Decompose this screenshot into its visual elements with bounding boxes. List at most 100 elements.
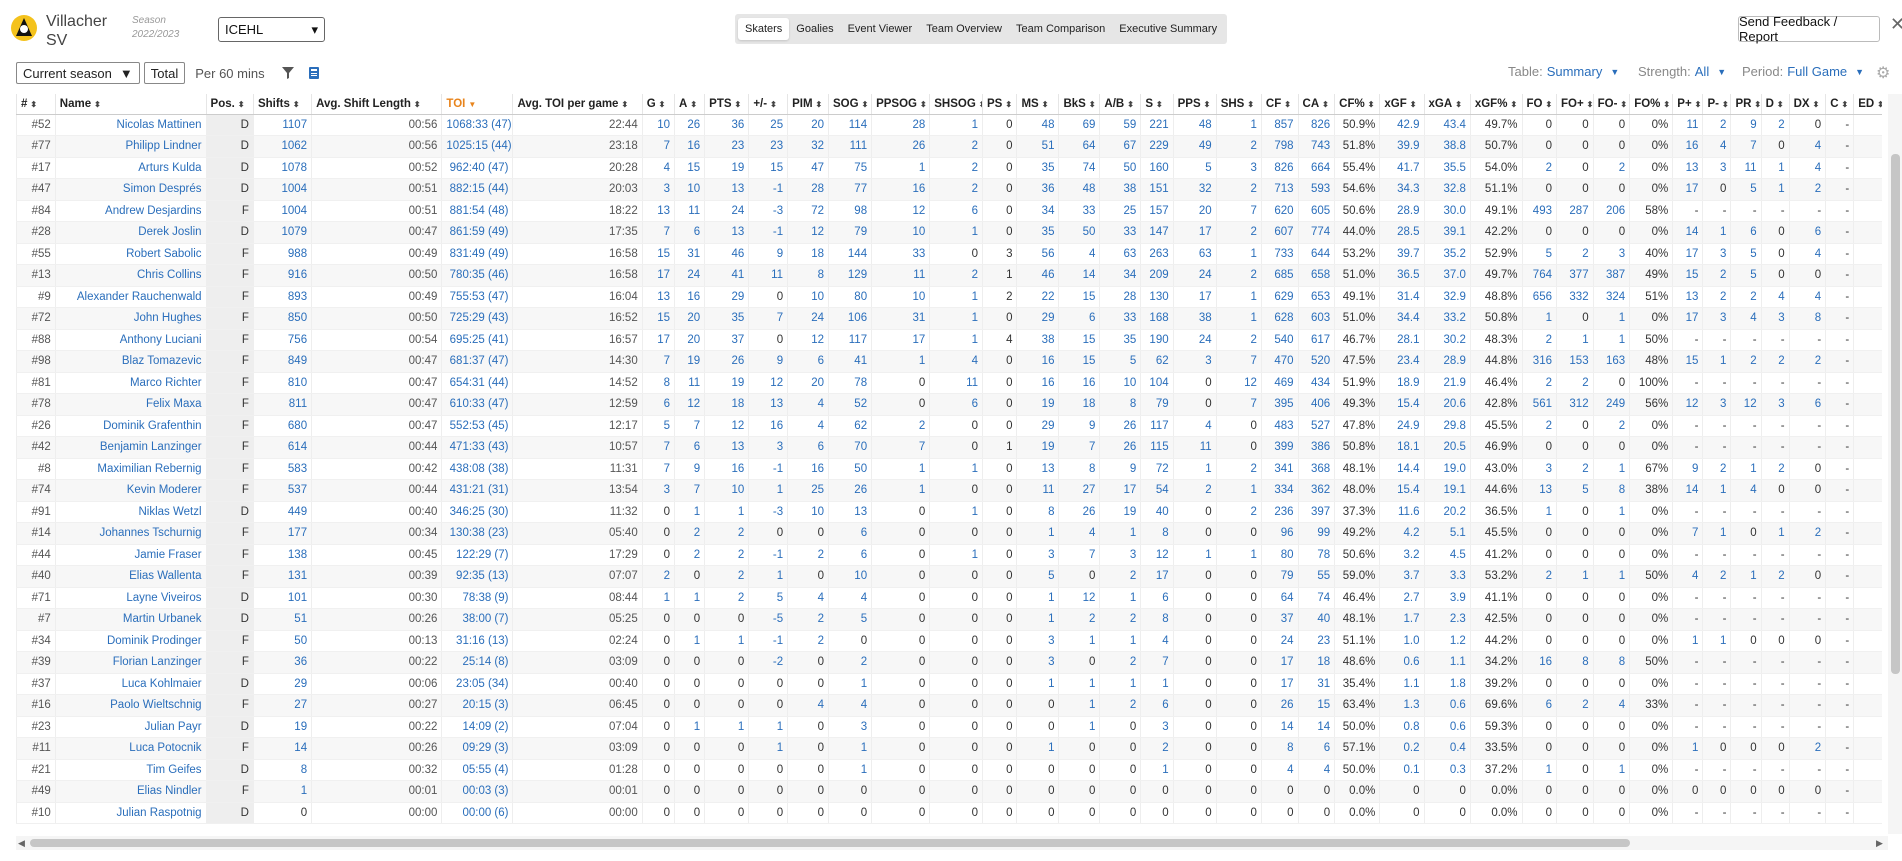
- player-name-link[interactable]: Martin Urbanek: [54, 608, 207, 631]
- column-header-d[interactable]: D ⬍: [1760, 94, 1790, 115]
- player-name-link[interactable]: Alexander Rauchenwald: [54, 286, 207, 308]
- table-row[interactable]: #91 Niklas Wetzl D 449 00:40 346:25 (30) 11:32…: [16, 501, 1882, 523]
- column-header-toi[interactable]: TOI ▼: [441, 94, 513, 115]
- player-name-link[interactable]: Derek Joslin: [54, 221, 207, 244]
- player-name-link[interactable]: Chris Collins: [54, 264, 207, 287]
- column-header-fo-pct[interactable]: FO% ⬍: [1629, 94, 1673, 115]
- column-header-fo-plus[interactable]: FO+ ⬍: [1555, 94, 1594, 115]
- column-header-p-plus[interactable]: P+ ⬍: [1672, 94, 1703, 115]
- player-name-link[interactable]: Felix Maxa: [54, 393, 207, 416]
- table-row[interactable]: #7 Martin Urbanek D 51 00:26 38:00 (7) 05:25 0 0…: [16, 608, 1882, 631]
- player-name-link[interactable]: Philipp Lindner: [54, 135, 207, 158]
- player-name-link[interactable]: Luca Kohlmaier: [54, 673, 207, 695]
- tab-skaters[interactable]: Skaters: [738, 18, 790, 40]
- tab-goalies[interactable]: Goalies: [789, 18, 840, 40]
- strength-dropdown[interactable]: Strength: All ▼: [1638, 64, 1726, 79]
- table-row[interactable]: #44 Jamie Fraser F 138 00:45 122:29 (7) 17:29 0…: [16, 544, 1882, 566]
- tab-team-comparison[interactable]: Team Comparison: [1009, 18, 1112, 40]
- season-filter-select[interactable]: Current season ▼: [16, 62, 140, 84]
- table-row[interactable]: #17 Arturs Kulda D 1078 00:52 962:40 (47) 20:2…: [16, 157, 1882, 179]
- player-name-link[interactable]: Robert Sabolic: [54, 243, 207, 265]
- player-name-link[interactable]: Tim Geifes: [54, 759, 207, 781]
- player-name-link[interactable]: John Hughes: [54, 307, 207, 330]
- tab-executive-summary[interactable]: Executive Summary: [1112, 18, 1224, 40]
- table-row[interactable]: #37 Luca Kohlmaier D 29 00:06 23:05 (34) 00:40…: [16, 673, 1882, 695]
- table-row[interactable]: #28 Derek Joslin D 1079 00:47 861:59 (49) 17:3…: [16, 221, 1882, 244]
- player-name-link[interactable]: Maximilian Rebernig: [54, 458, 207, 480]
- table-row[interactable]: #47 Simon Després D 1004 00:51 882:15 (44) 20:…: [16, 178, 1882, 201]
- table-row[interactable]: #72 John Hughes F 850 00:50 725:29 (43) 16:52 1…: [16, 307, 1882, 330]
- table-row[interactable]: #23 Julian Payr D 19 00:22 14:09 (2) 07:04 0 1 1 1…: [16, 716, 1882, 738]
- per60-toggle[interactable]: Per 60 mins: [189, 62, 271, 84]
- period-dropdown[interactable]: Period: Full Game ▼: [1742, 64, 1864, 79]
- vertical-scrollbar[interactable]: [1888, 94, 1902, 834]
- column-header-g[interactable]: G ⬍: [641, 94, 675, 115]
- player-name-link[interactable]: Anthony Luciani: [54, 329, 207, 351]
- player-name-link[interactable]: Dominik Prodinger: [54, 630, 207, 652]
- send-feedback-button[interactable]: Send Feedback / Report: [1738, 14, 1880, 44]
- column-header-shsog[interactable]: SHSOG⬍: [929, 94, 983, 115]
- column-header-pps[interactable]: PPS ⬍: [1172, 94, 1217, 115]
- table-type-dropdown[interactable]: Table: Summary ▼: [1508, 64, 1619, 79]
- player-name-link[interactable]: Julian Raspotnig: [54, 802, 207, 824]
- close-icon[interactable]: ✕: [1890, 14, 1902, 35]
- table-row[interactable]: #9 Alexander Rauchenwald F 893 00:49 755:53 (…: [16, 286, 1882, 308]
- scroll-right-icon[interactable]: ▶: [1876, 838, 1883, 849]
- tab-team-overview[interactable]: Team Overview: [919, 18, 1009, 40]
- player-name-link[interactable]: Florian Lanzinger: [54, 651, 207, 674]
- player-name-link[interactable]: Elias Nindler: [54, 780, 207, 803]
- filter-icon[interactable]: [279, 64, 297, 82]
- column-header-pos[interactable]: Pos. ⬍: [205, 94, 254, 115]
- column-header-ed[interactable]: ED⬍: [1853, 94, 1882, 115]
- tab-event-viewer[interactable]: Event Viewer: [841, 18, 920, 40]
- column-header-a[interactable]: A ⬍: [674, 94, 705, 115]
- player-name-link[interactable]: Andrew Desjardins: [54, 200, 207, 222]
- player-name-link[interactable]: Jamie Fraser: [54, 544, 207, 566]
- scroll-left-icon[interactable]: ◀: [18, 838, 25, 849]
- table-row[interactable]: #10 Julian Raspotnig D 0 00:00 00:00 (6) 00:00…: [16, 802, 1882, 824]
- column-header-avg-shift-length[interactable]: Avg. Shift Length ⬍: [311, 94, 442, 115]
- column-header-p[interactable]: P- ⬍: [1702, 94, 1731, 115]
- player-name-link[interactable]: Luca Potocnik: [54, 737, 207, 760]
- column-header-ppsog[interactable]: PPSOG ⬍: [871, 94, 930, 115]
- player-name-link[interactable]: Marco Richter: [54, 372, 207, 394]
- column-header-xga[interactable]: xGA ⬍: [1423, 94, 1471, 115]
- table-row[interactable]: #77 Philipp Lindner D 1062 00:56 1025:15 (44)…: [16, 135, 1882, 158]
- table-row[interactable]: #74 Kevin Moderer F 537 00:44 431:21 (31) 13:5…: [16, 479, 1882, 502]
- column-header-cf-pct[interactable]: CF% ⬍: [1334, 94, 1380, 115]
- league-select[interactable]: ICEHL ▾: [218, 17, 325, 42]
- column-header-a-b[interactable]: A/B ⬍: [1099, 94, 1141, 115]
- table-row[interactable]: #13 Chris Collins F 916 00:50 780:35 (46) 16:5…: [16, 264, 1882, 287]
- table-row[interactable]: #88 Anthony Luciani F 756 00:54 695:25 (41) 16…: [16, 329, 1882, 351]
- gear-icon[interactable]: ⚙: [1876, 63, 1890, 83]
- table-row[interactable]: #14 Johannes Tschurnig F 177 00:34 130:38 (23…: [16, 522, 1882, 545]
- column-header-shifts[interactable]: Shifts ⬍: [252, 94, 312, 115]
- table-row[interactable]: #81 Marco Richter F 810 00:47 654:31 (44) 14:5…: [16, 372, 1882, 394]
- player-name-link[interactable]: Niklas Wetzl: [54, 501, 207, 523]
- table-row[interactable]: #11 Luca Potocnik F 14 00:26 09:29 (3) 03:09 0 0…: [16, 737, 1882, 760]
- table-row[interactable]: #40 Elias Wallenta F 131 00:39 92:35 (13) 07:0…: [16, 565, 1882, 588]
- table-row[interactable]: #71 Layne Viveiros D 101 00:30 78:38 (9) 08:44…: [16, 587, 1882, 609]
- table-row[interactable]: #52 Nicolas Mattinen D 1107 00:56 1068:33 (47…: [16, 114, 1882, 136]
- player-name-link[interactable]: Nicolas Mattinen: [54, 114, 207, 136]
- vertical-scroll-thumb[interactable]: [1891, 154, 1900, 674]
- column-header-s[interactable]: S ⬍: [1140, 94, 1174, 115]
- player-name-link[interactable]: Benjamin Lanzinger: [54, 436, 207, 459]
- table-row[interactable]: #98 Blaz Tomazevic F 849 00:47 681:37 (47) 14:…: [16, 350, 1882, 373]
- column-header-ps[interactable]: PS ⬍: [982, 94, 1017, 115]
- column-header-plus-minus[interactable]: +/- ⬍: [748, 94, 788, 115]
- column-header-sog[interactable]: SOG ⬍: [828, 94, 872, 115]
- table-row[interactable]: #78 Felix Maxa F 811 00:47 610:33 (47) 12:59 6 1…: [16, 393, 1882, 416]
- column-header-c[interactable]: C ⬍: [1825, 94, 1854, 115]
- player-name-link[interactable]: Dominik Grafenthin: [54, 415, 207, 437]
- column-header-name[interactable]: Name ⬍: [54, 94, 207, 115]
- player-name-link[interactable]: Elias Wallenta: [54, 565, 207, 588]
- table-row[interactable]: #16 Paolo Wieltschnig F 27 00:27 20:15 (3) 06:…: [16, 694, 1882, 717]
- export-icon[interactable]: [305, 64, 323, 82]
- column-header-xgf-pct[interactable]: xGF% ⬍: [1469, 94, 1523, 115]
- table-row[interactable]: #55 Robert Sabolic F 988 00:49 831:49 (49) 16:…: [16, 243, 1882, 265]
- table-row[interactable]: #49 Elias Nindler F 1 00:01 00:03 (3) 00:01 0 0 0…: [16, 780, 1882, 803]
- column-header-fo[interactable]: FO ⬍: [1521, 94, 1557, 115]
- table-row[interactable]: #8 Maximilian Rebernig F 583 00:42 438:08 (38…: [16, 458, 1882, 480]
- table-row[interactable]: #21 Tim Geifes D 8 00:32 05:55 (4) 01:28 0 0 0 0 0 1…: [16, 759, 1882, 781]
